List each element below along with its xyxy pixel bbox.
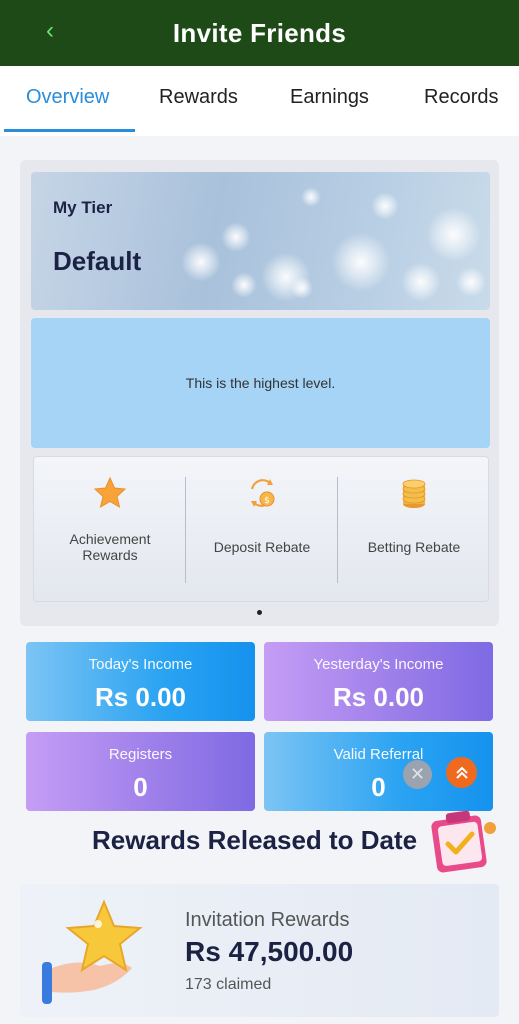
close-floating-button[interactable]: ✕: [403, 760, 432, 789]
tier-name: Default: [53, 246, 142, 276]
rewards-released-title: Rewards Released to Date: [92, 825, 418, 855]
reward-checklist-icon: [431, 810, 496, 873]
stat-title: Yesterday's Income: [313, 656, 444, 673]
benefit-label: Betting Rebate: [367, 539, 461, 555]
benefit-betting-rebate[interactable]: Betting Rebate: [338, 457, 490, 603]
chevron-left-icon: ‹: [46, 17, 54, 44]
stat-today-income: Today's Income Rs 0.00: [26, 642, 255, 721]
page-title: Invite Friends: [172, 17, 347, 48]
benefits-carousel[interactable]: Achievement Rewards $ Deposit Rebate Bet…: [33, 456, 489, 602]
stat-title: Today's Income: [88, 656, 193, 673]
app-header: ‹ Invite Friends: [0, 0, 519, 66]
tier-message: This is the highest level.: [185, 375, 336, 391]
tier-card: My Tier Default This is the highest leve…: [20, 160, 499, 626]
stat-value: 0: [133, 772, 148, 802]
back-button[interactable]: ‹: [36, 16, 64, 46]
carousel-page-indicator: [257, 610, 262, 615]
stat-value: Rs 0.00: [332, 682, 425, 712]
benefit-deposit-rebate[interactable]: $ Deposit Rebate: [186, 457, 338, 603]
svg-text:$: $: [264, 496, 270, 506]
tab-overview[interactable]: Overview: [26, 86, 109, 109]
stat-yesterday-income: Yesterday's Income Rs 0.00: [264, 642, 493, 721]
stat-title: Registers: [108, 746, 173, 763]
star-icon: [93, 476, 127, 509]
hand-star-illustration: [42, 899, 143, 1004]
active-tab-indicator: [4, 129, 135, 132]
invitation-rewards-card: Invitation Rewards Rs 47,500.00 173 clai…: [20, 884, 499, 1017]
tab-rewards[interactable]: Rewards: [159, 86, 238, 109]
stat-value: Rs 0.00: [94, 682, 187, 712]
rewards-claimed-count: 173 claimed: [185, 976, 272, 993]
benefit-label: Deposit Rebate: [213, 539, 311, 555]
tier-message-box: This is the highest level.: [31, 318, 490, 448]
tab-earnings[interactable]: Earnings: [290, 86, 369, 109]
tier-label: My Tier: [53, 198, 113, 217]
rewards-card-title: Invitation Rewards: [185, 909, 350, 931]
close-icon: ✕: [409, 764, 426, 784]
stat-registers: Registers 0: [26, 732, 255, 811]
rebate-cycle-icon: $: [250, 479, 275, 507]
tier-banner[interactable]: My Tier Default: [31, 172, 490, 310]
rewards-amount: Rs 47,500.00: [185, 936, 354, 967]
benefit-label: Achievement Rewards: [69, 531, 151, 563]
double-chevron-up-icon: [455, 766, 468, 779]
scroll-top-button[interactable]: [446, 757, 477, 788]
tab-bar: Overview Rewards Earnings Records: [0, 66, 519, 136]
coin-stack-icon: [402, 479, 426, 508]
tab-records[interactable]: Records: [424, 86, 498, 109]
benefit-achievement-rewards[interactable]: Achievement Rewards: [34, 457, 186, 603]
